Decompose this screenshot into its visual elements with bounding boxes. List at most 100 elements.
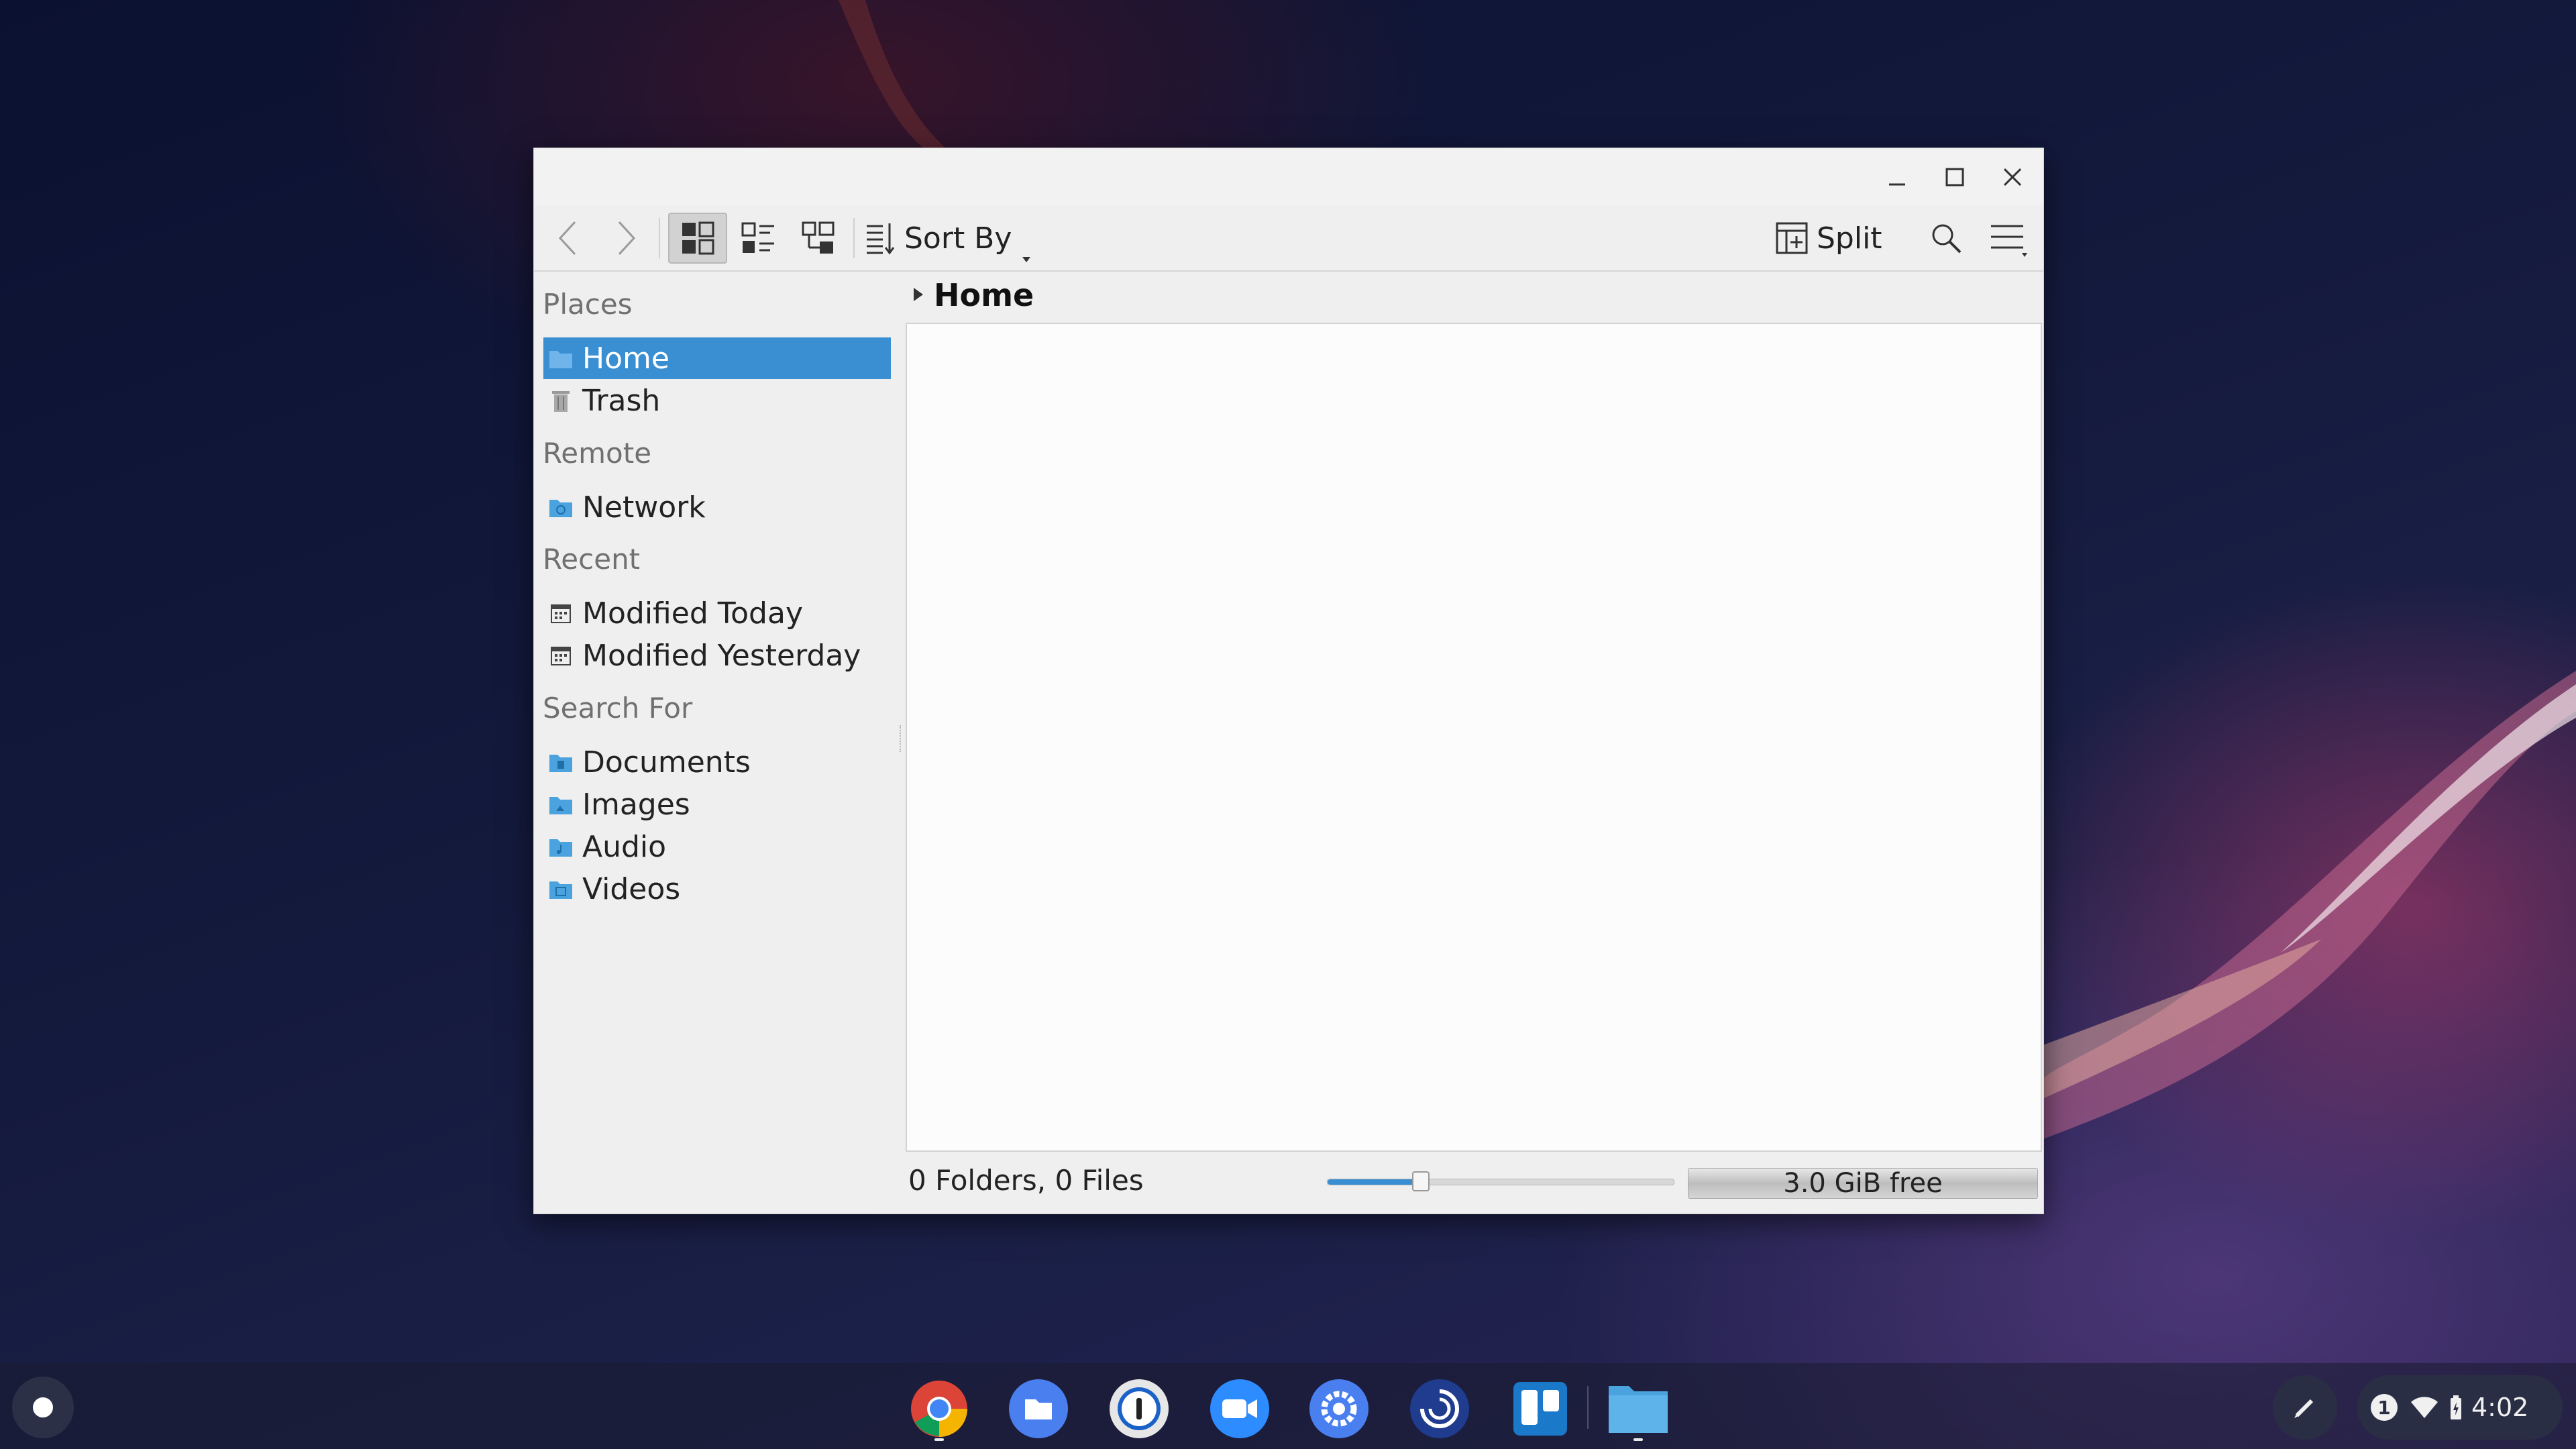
maximize-icon xyxy=(1945,168,1964,186)
sort-by-button[interactable]: Sort By xyxy=(863,213,1037,264)
calendar-icon xyxy=(547,600,574,627)
sidebar-item-label: Modified Today xyxy=(582,596,803,631)
minimize-button[interactable] xyxy=(1876,158,1919,197)
sidebar-item-label: Trash xyxy=(582,383,661,418)
breadcrumb-current[interactable]: Home xyxy=(934,277,1034,313)
title-bar[interactable] xyxy=(534,148,2043,206)
gitkraken-app[interactable] xyxy=(1407,1377,1472,1441)
video-camera-icon xyxy=(1210,1379,1269,1438)
hamburger-menu-button[interactable] xyxy=(1983,213,2034,264)
folder-icon xyxy=(1609,1386,1668,1433)
images-folder-icon xyxy=(547,791,574,818)
shelf-separator xyxy=(1587,1386,1589,1429)
zoom-slider-handle[interactable] xyxy=(1412,1171,1430,1191)
sidebar-item-audio[interactable]: Audio xyxy=(543,826,891,867)
maximize-button[interactable] xyxy=(1933,158,1976,197)
files-app[interactable] xyxy=(1006,1377,1071,1441)
clock: 4:02 xyxy=(2471,1393,2529,1422)
status-tray[interactable]: 1 4:02 xyxy=(2357,1375,2563,1440)
icons-view-button[interactable] xyxy=(668,213,727,264)
sidebar-item-home[interactable]: Home xyxy=(543,337,891,379)
icons-view-icon xyxy=(682,221,714,255)
close-icon xyxy=(2003,168,2022,186)
board-icon xyxy=(1513,1382,1567,1436)
running-indicator xyxy=(1633,1438,1643,1441)
launcher-button[interactable] xyxy=(12,1377,74,1438)
chevron-left-icon xyxy=(558,221,576,256)
toolbar-separator xyxy=(853,218,855,258)
sort-by-label: Sort By xyxy=(904,221,1012,256)
file-manager-window: Sort By Split Places Home Trash Remote N… xyxy=(533,148,2044,1214)
details-view-icon xyxy=(802,221,835,254)
stylus-tools-button[interactable] xyxy=(2273,1375,2337,1440)
sidebar-item-label: Documents xyxy=(582,745,751,780)
sidebar-item-videos[interactable]: Videos xyxy=(543,868,891,910)
sidebar-item-label: Audio xyxy=(582,829,667,864)
wifi-icon xyxy=(2411,1397,2438,1418)
panel-splitter[interactable] xyxy=(900,725,904,752)
section-title-remote: Remote xyxy=(543,437,652,470)
toolbar: Sort By Split xyxy=(534,206,2043,272)
videos-folder-icon xyxy=(547,875,574,902)
chrome-app[interactable] xyxy=(907,1377,971,1441)
shelf: 1 4:02 xyxy=(0,1363,2576,1449)
files-icon xyxy=(1009,1379,1068,1438)
trello-app[interactable] xyxy=(1508,1377,1572,1441)
back-button[interactable] xyxy=(545,213,592,264)
dolphin-app[interactable] xyxy=(1606,1377,1670,1441)
close-button[interactable] xyxy=(1991,158,2034,197)
free-space-label: 3.0 GiB free xyxy=(1783,1168,1943,1199)
trash-icon xyxy=(547,387,574,414)
compact-view-icon xyxy=(741,222,774,253)
status-bar: 0 Folders, 0 Files 3.0 GiB free xyxy=(904,1150,2042,1211)
split-view-icon xyxy=(1776,222,1808,254)
sidebar-item-images[interactable]: Images xyxy=(543,784,891,825)
sidebar-item-modified-today[interactable]: Modified Today xyxy=(543,592,891,634)
free-space-indicator: 3.0 GiB free xyxy=(1688,1168,2038,1199)
breadcrumb: Home xyxy=(904,272,2042,319)
breadcrumb-arrow-icon[interactable] xyxy=(914,288,923,301)
sidebar-item-modified-yesterday[interactable]: Modified Yesterday xyxy=(543,635,891,676)
chevron-right-icon xyxy=(618,221,636,256)
sidebar-item-label: Network xyxy=(582,490,706,525)
search-button[interactable] xyxy=(1923,213,1970,264)
swirl-icon xyxy=(1410,1379,1469,1438)
notification-count-badge: 1 xyxy=(2371,1394,2398,1421)
hamburger-menu-icon xyxy=(1991,225,2027,257)
split-button[interactable]: Split xyxy=(1775,213,1896,264)
battery-icon xyxy=(2451,1395,2461,1419)
running-indicator xyxy=(934,1438,944,1441)
audio-folder-icon xyxy=(547,833,574,860)
zoom-slider-fill xyxy=(1328,1179,1421,1185)
section-title-search-for: Search For xyxy=(543,692,693,724)
forward-button[interactable] xyxy=(602,213,649,264)
search-icon xyxy=(1932,224,1962,254)
compact-view-button[interactable] xyxy=(731,213,785,264)
sidebar-item-label: Videos xyxy=(582,871,681,906)
details-view-button[interactable] xyxy=(792,213,845,264)
calendar-icon xyxy=(547,642,574,669)
sort-icon xyxy=(867,223,895,255)
file-view-area[interactable] xyxy=(906,323,2042,1152)
minimize-icon xyxy=(1889,183,1905,186)
section-title-recent: Recent xyxy=(543,543,641,576)
places-panel: Places Home Trash Remote Network Recent … xyxy=(534,272,896,1214)
home-folder-icon xyxy=(547,345,574,372)
chrome-icon xyxy=(911,1381,967,1437)
sidebar-item-trash[interactable]: Trash xyxy=(543,380,891,421)
zoom-slider[interactable] xyxy=(1327,1171,1674,1191)
settings-app[interactable] xyxy=(1307,1377,1371,1441)
toolbar-separator xyxy=(659,218,660,258)
password-manager-app[interactable] xyxy=(1107,1377,1171,1441)
sidebar-item-documents[interactable]: Documents xyxy=(543,741,891,783)
pen-icon xyxy=(2294,1399,2314,1418)
password-manager-icon xyxy=(1110,1379,1169,1438)
section-title-places: Places xyxy=(543,288,633,321)
split-label: Split xyxy=(1817,221,1882,256)
network-folder-icon xyxy=(547,494,574,521)
documents-folder-icon xyxy=(547,749,574,775)
sidebar-item-label: Images xyxy=(582,787,690,822)
sidebar-item-network[interactable]: Network xyxy=(543,486,891,528)
zoom-app[interactable] xyxy=(1208,1377,1272,1441)
folder-file-count: 0 Folders, 0 Files xyxy=(908,1164,1144,1197)
